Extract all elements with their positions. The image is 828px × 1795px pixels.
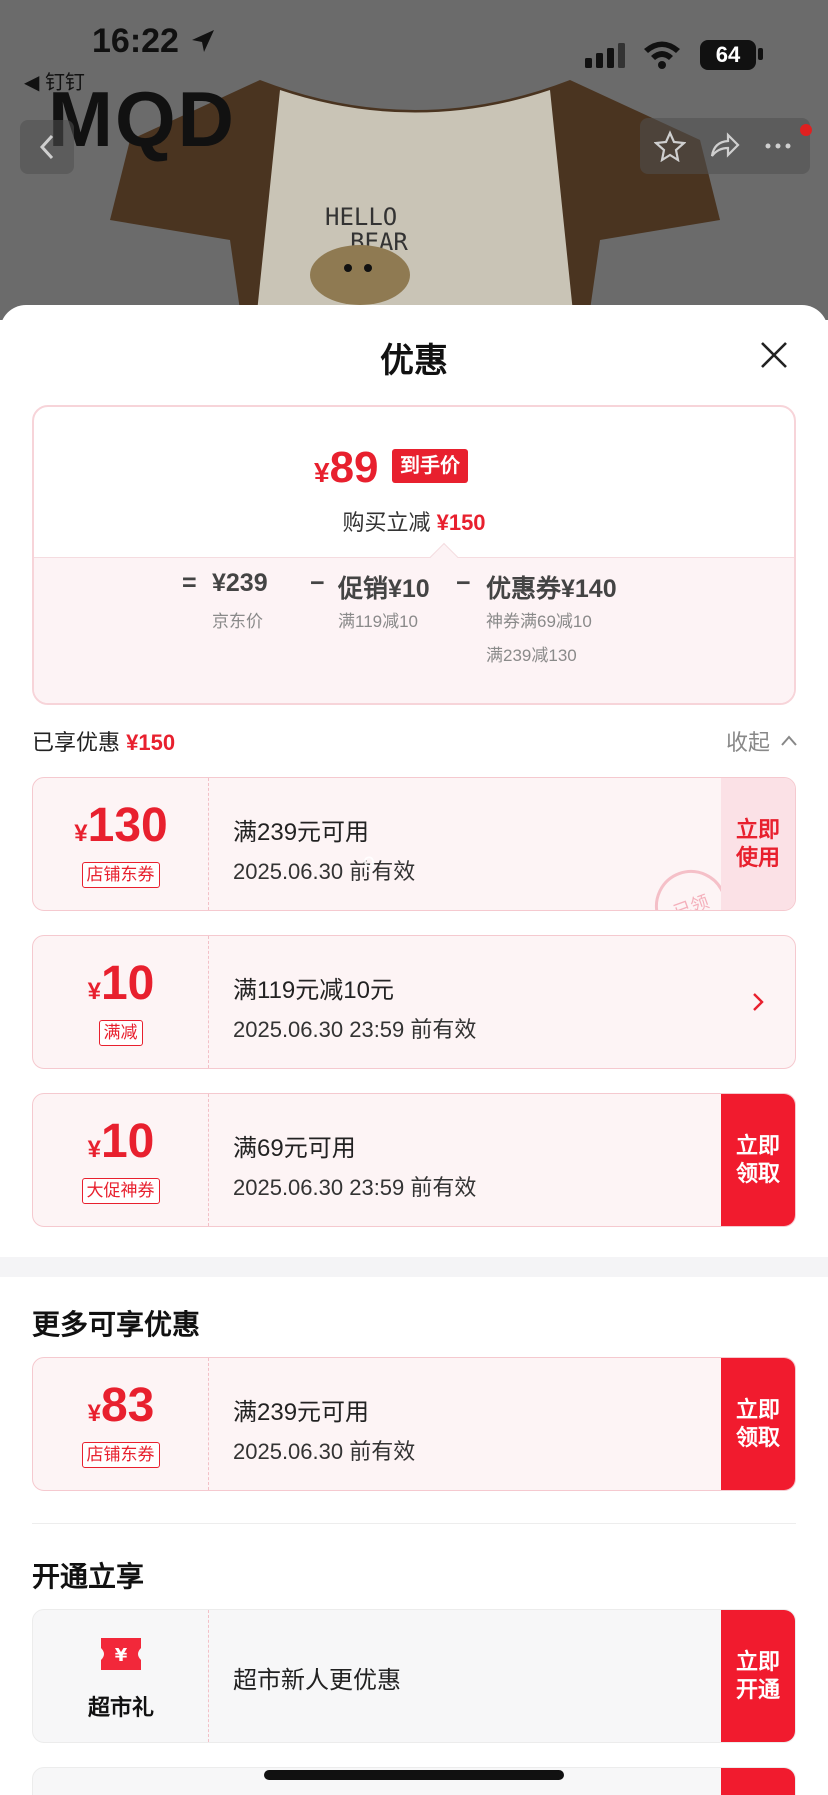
enjoyed-discount: 已享优惠 ¥150: [32, 725, 175, 757]
coupon-value-area: ¥10 满减: [33, 936, 209, 1068]
coupon-card[interactable]: ¥83 店铺东券 满239元可用 2025.06.30 前有效 立即 领取: [32, 1357, 796, 1491]
wifi-icon: [644, 41, 680, 69]
open-now-button[interactable]: 立即 开通: [721, 1610, 795, 1742]
coupon-condition-2: 满239减130: [486, 646, 577, 665]
svg-text:HELLO: HELLO: [325, 203, 397, 231]
final-price-value: 89: [329, 443, 379, 492]
star-icon[interactable]: [654, 130, 686, 162]
claim-now-button[interactable]: 立即 领取: [721, 1358, 795, 1490]
price-summary-card: ¥ 89 到手价 购买立减 ¥150 = ¥239 京东价 − 促销¥10 满1…: [32, 405, 796, 705]
section-divider-line: [32, 1523, 796, 1524]
coupon-card[interactable]: ¥10 大促神券 满69元可用 2025.06.30 23:59 前有效 立即领…: [32, 1093, 796, 1227]
status-bar: 16:22 ◀ 钉钉 64: [0, 0, 828, 94]
coupon-condition-1: 神券满69减10: [486, 612, 592, 631]
back-to-app-link[interactable]: ◀ 钉钉: [24, 66, 85, 95]
back-button[interactable]: [20, 120, 74, 174]
coupon-type-badge: 店铺东券: [81, 862, 160, 888]
membership-title: 超市新人更优惠: [233, 1667, 401, 1694]
close-icon[interactable]: [756, 337, 792, 373]
coupon-value: 130: [87, 799, 168, 852]
nav-action-group: [640, 118, 810, 174]
coupon-currency: ¥: [87, 1400, 101, 1427]
coupon-currency: ¥: [87, 978, 101, 1005]
section-divider: [0, 1257, 828, 1277]
minus-sign-2: −: [456, 569, 471, 597]
chevron-right-icon[interactable]: [721, 936, 795, 1068]
coupon-value-area: ¥83 店铺东券: [33, 1358, 209, 1490]
coupon-expiry: 2025.06.30 前有效: [233, 1439, 416, 1464]
sheet-title: 优惠: [380, 342, 448, 380]
reduce-label: 购买立减: [342, 510, 431, 535]
coupon-amount: ¥83: [33, 1378, 209, 1433]
svg-text:¥: ¥: [115, 1645, 128, 1666]
battery-tip: [758, 48, 763, 60]
coupon-value-area: ¥130 店铺东券: [33, 778, 209, 910]
coupon-type-badge: 店铺东券: [81, 1442, 160, 1468]
coupon-value: 10: [100, 957, 155, 1010]
home-indicator: [264, 1770, 564, 1780]
coupon-card[interactable]: ¥10 满减 满119元减10元 2025.06.30 23:59 前有效: [32, 935, 796, 1069]
coupon-expiry: 2025.06.30 23:59 前有效: [233, 1175, 477, 1200]
coupon-amount: ¥10: [33, 1114, 209, 1169]
coupon-condition: 满119元减10元: [233, 977, 394, 1004]
coupon-value-area: ¥10 大促神券: [33, 1094, 209, 1226]
share-icon[interactable]: [708, 130, 740, 162]
ticket-yen-icon: ¥: [101, 1638, 141, 1670]
minus-sign-1: −: [310, 569, 325, 597]
more-discounts-title: 更多可享优惠: [32, 1309, 201, 1340]
watermark: 9: [363, 852, 376, 877]
final-price: ¥ 89: [314, 443, 379, 493]
reduce-line: 购买立减 ¥150: [34, 505, 794, 537]
membership-card[interactable]: ¥ 超市礼 超市新人更优惠 立即 开通: [32, 1609, 796, 1743]
coupon-amount: ¥130: [33, 798, 209, 853]
use-now-button[interactable]: 立即 使用: [721, 778, 795, 910]
coupon-value: 10: [100, 1115, 155, 1168]
claim-now-button[interactable]: 立即 领取: [721, 1094, 795, 1226]
coupon-value: 83: [100, 1379, 155, 1432]
chevron-left-icon: [39, 134, 54, 160]
coupon-expiry: 2025.06.30 前有效: [233, 859, 416, 884]
coupon-amount: 优惠券¥140: [486, 575, 617, 603]
coupon-type-badge: 满减: [98, 1020, 143, 1046]
reduce-value: ¥150: [436, 510, 486, 535]
enjoyed-value: ¥150: [126, 730, 176, 755]
status-time: 16:22: [92, 22, 179, 60]
location-arrow-icon: [192, 30, 214, 52]
discount-sheet: 优惠 ¥ 89 到手价 购买立减 ¥150 = ¥239 京东价 − 促销¥10…: [0, 305, 828, 1795]
coupon-amount: ¥10: [33, 956, 209, 1011]
coupon-condition: 满239元可用: [233, 1399, 370, 1426]
coupon-currency: ¥: [74, 820, 88, 847]
membership-icon-area: ¥ 超市礼: [33, 1610, 209, 1742]
coupon-currency: ¥: [87, 1136, 101, 1163]
jd-price: ¥239: [212, 569, 268, 597]
membership-label: 超市礼: [87, 1695, 154, 1720]
final-price-tag: 到手价: [392, 449, 468, 483]
collapse-button[interactable]: 收起: [726, 725, 770, 757]
coupon-condition: 满239元可用: [233, 819, 370, 846]
open-benefits-title: 开通立享: [32, 1561, 145, 1592]
promo-condition: 满119减10: [338, 612, 419, 631]
coupon-condition: 满69元可用: [233, 1135, 356, 1162]
final-price-currency: ¥: [314, 457, 330, 488]
coupon-expiry: 2025.06.30 23:59 前有效: [233, 1017, 477, 1042]
cellular-signal-icon: [585, 43, 625, 68]
card-action-area[interactable]: [721, 1768, 795, 1795]
jd-price-label: 京东价: [212, 612, 263, 631]
coupon-type-badge: 大促神券: [81, 1178, 160, 1204]
coupon-card[interactable]: ¥130 店铺东券 满239元可用 2025.06.30 前有效 9 已领 立即…: [32, 777, 796, 911]
more-icon[interactable]: [762, 130, 794, 162]
battery-indicator: 64: [700, 40, 756, 70]
enjoyed-label: 已享优惠: [32, 730, 121, 755]
equals-sign: =: [182, 569, 197, 597]
notification-dot: [800, 124, 812, 136]
chevron-up-icon[interactable]: [780, 733, 798, 747]
promo-amount: 促销¥10: [338, 575, 430, 603]
